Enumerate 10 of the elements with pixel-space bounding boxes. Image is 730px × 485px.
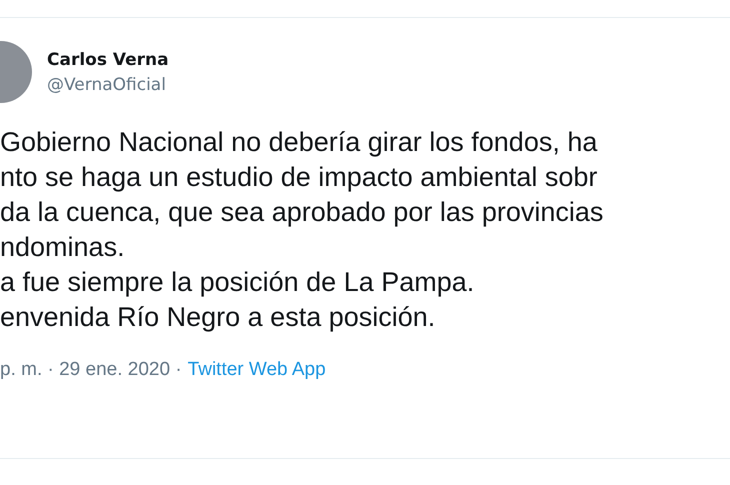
tweet-text-line: a fue siempre la posición de La Pampa. [0, 266, 474, 299]
tweet-text-line: nto se haga un estudio de impacto ambiental sobr [0, 161, 598, 194]
author-name[interactable]: Carlos Verna [47, 50, 169, 70]
tweet-text-line: envenida Río Negro a esta posición. [0, 301, 436, 334]
author-handle[interactable]: @VernaOficial [47, 74, 169, 94]
tweet-timestamp[interactable]: p. m. · 29 ene. 2020 · [0, 359, 182, 381]
tweet-text-line: Gobierno Nacional no debería girar los fondos, ha [0, 126, 598, 159]
source-link[interactable]: Twitter Web App [188, 359, 326, 381]
tweet-text-line: ndominas. [0, 231, 125, 264]
tweet-text-line: da la cuenca, que sea aprobado por las provincias [0, 196, 604, 229]
